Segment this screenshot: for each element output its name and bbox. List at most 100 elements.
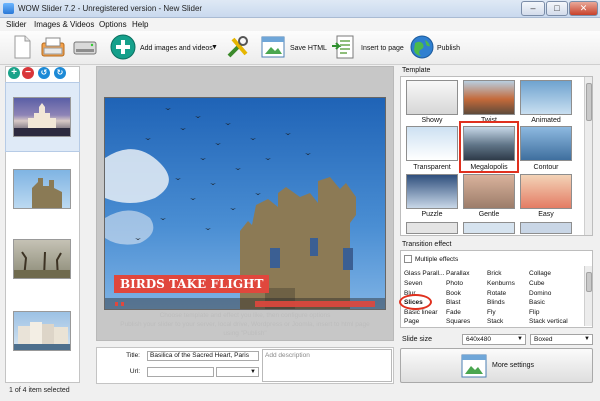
save-button[interactable] [70,34,100,62]
save-drive-icon [73,41,97,55]
template-label-easy: Easy [538,211,554,218]
template-more-1[interactable] [406,222,458,234]
template-animated[interactable] [520,80,572,115]
multiple-effects-checkbox[interactable] [404,255,412,263]
basilica-image [14,103,70,136]
effect-brick[interactable]: Brick [487,270,501,277]
title-label: Title: [126,352,140,359]
slide-caption: BIRDS TAKE FLIGHT [114,275,270,293]
effects-scrollbar-thumb[interactable] [586,272,592,292]
effect-collage[interactable]: Collage [529,270,551,277]
effect-stack-vertical[interactable]: Stack vertical [529,318,568,325]
template-twist[interactable] [463,80,515,115]
chevron-down-icon: ▼ [584,336,590,342]
menu-options[interactable]: Options [99,20,127,29]
effect-basic[interactable]: Basic [529,299,545,306]
template-contour[interactable] [520,126,572,161]
more-settings-button[interactable]: More settings [400,348,593,383]
effect-glass-parallax[interactable]: Glass Parall... [404,270,444,277]
effect-squares[interactable]: Squares [446,318,470,325]
slides-thumbnails [5,82,80,382]
template-gentle[interactable] [463,174,515,209]
description-field[interactable]: Add description [262,349,392,382]
effect-blinds[interactable]: Blinds [487,299,505,306]
new-slider-button[interactable] [6,34,36,62]
app-logo-icon [3,3,14,14]
add-images-button[interactable]: Add images and videos ▼ [108,34,220,62]
add-slide-icon[interactable]: + [8,67,20,79]
template-label-gentle: Gentle [478,211,500,218]
menu-images-videos[interactable]: Images & Videos [34,20,94,29]
insert-to-page-button[interactable]: Insert to page [331,34,405,62]
effect-parallax[interactable]: Parallax [446,270,469,277]
effect-cube[interactable]: Cube [529,280,545,287]
open-icon [41,37,65,57]
open-button[interactable] [38,34,68,62]
rotate-left-icon[interactable]: ↺ [38,67,50,79]
selected-effect-circle [399,294,432,310]
options-tools-button[interactable] [222,34,254,62]
publish-globe-icon [410,35,434,59]
insert-page-icon [332,35,354,59]
selected-template-frame [459,121,519,173]
effect-blast[interactable]: Blast [446,299,460,306]
template-showy[interactable] [406,80,458,115]
insert-to-page-label: Insert to page [361,45,404,52]
slide-size-value: 640x480 [466,336,491,343]
menu-slider[interactable]: Slider [6,20,26,29]
more-settings-label: More settings [492,362,535,369]
template-scrollbar-thumb[interactable] [586,83,592,121]
effect-book[interactable]: Book [446,290,461,297]
template-label-puzzle: Puzzle [421,211,443,218]
template-more-3[interactable] [520,222,572,234]
effect-stack[interactable]: Stack [487,318,503,325]
effect-fly[interactable]: Fly [487,309,496,316]
hint-line-2: Publish your slider to your server, loca… [120,321,370,328]
template-scrollbar[interactable] [584,77,592,235]
effects-scrollbar[interactable] [584,266,592,326]
hint-line-1: Choose template and effect you like, the… [159,312,331,319]
template-more-2[interactable] [463,222,515,234]
slide-size-label: Slide size [402,336,432,343]
save-html-button[interactable]: Save HTML [258,34,328,62]
effect-rotate[interactable]: Rotate [487,290,506,297]
slide-size-select[interactable]: 640x480 ▼ [462,334,526,345]
slide-mode-value: Boxed [534,336,553,343]
url-field[interactable] [147,367,214,377]
effect-seven[interactable]: Seven [404,280,422,287]
menu-help[interactable]: Help [132,20,148,29]
template-label-showy: Showy [421,117,443,124]
template-label-animated: Animated [531,117,561,124]
maximize-button[interactable]: □ [546,1,568,16]
slide-thumbnail-townhouses[interactable] [13,311,71,351]
status-text: 1 of 4 item selected [9,387,70,394]
save-html-icon [261,36,285,58]
dropdown-arrow-icon[interactable]: ▼ [211,44,218,51]
slide-thumbnail-basilica[interactable] [13,97,71,137]
template-puzzle[interactable] [406,174,458,209]
minimize-button[interactable]: – [521,1,545,16]
effect-page[interactable]: Page [404,318,419,325]
remove-slide-icon[interactable]: − [22,67,34,79]
rotate-right-icon[interactable]: ↻ [54,67,66,79]
slide-thumbnail-trees[interactable] [13,239,71,279]
save-html-label: Save HTML [290,45,327,52]
title-field[interactable]: Basilica of the Sacred Heart, Paris [147,351,259,361]
effect-fade[interactable]: Fade [446,309,461,316]
effect-kenburns[interactable]: Kenburns [487,280,515,287]
template-easy[interactable] [520,174,572,209]
chevron-down-icon: ▼ [517,336,523,342]
slide-thumbnail-ruins[interactable] [13,169,71,209]
template-label-transparent: Transparent [413,164,451,171]
effect-photo[interactable]: Photo [446,280,463,287]
url-target-select[interactable]: ▼ [216,367,259,377]
effect-basic-linear[interactable]: Basic linear [404,309,438,316]
publish-button[interactable]: Publish [407,34,467,62]
close-button[interactable]: ✕ [569,1,598,16]
effect-domino[interactable]: Domino [529,290,551,297]
effect-flip[interactable]: Flip [529,309,539,316]
chevron-down-icon: ▼ [250,369,256,375]
slide-mode-select[interactable]: Boxed ▼ [530,334,593,345]
app-window: WOW Slider 7.2 - Unregistered version - … [0,0,600,401]
template-transparent[interactable] [406,126,458,161]
